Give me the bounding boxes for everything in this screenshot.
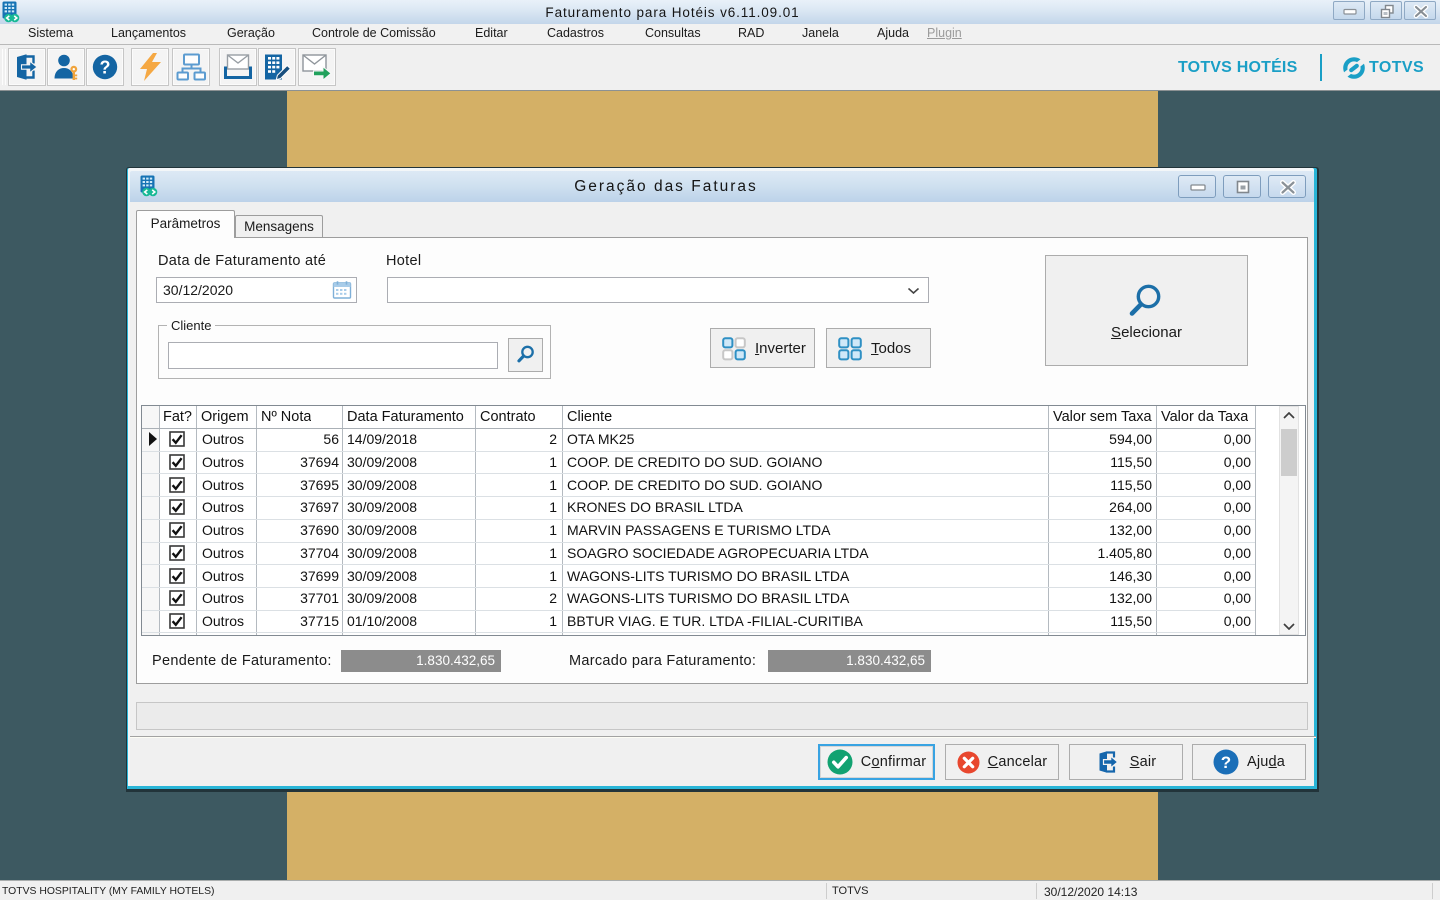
svg-text:?: ? [1221, 753, 1232, 772]
svg-text:?: ? [100, 58, 111, 78]
